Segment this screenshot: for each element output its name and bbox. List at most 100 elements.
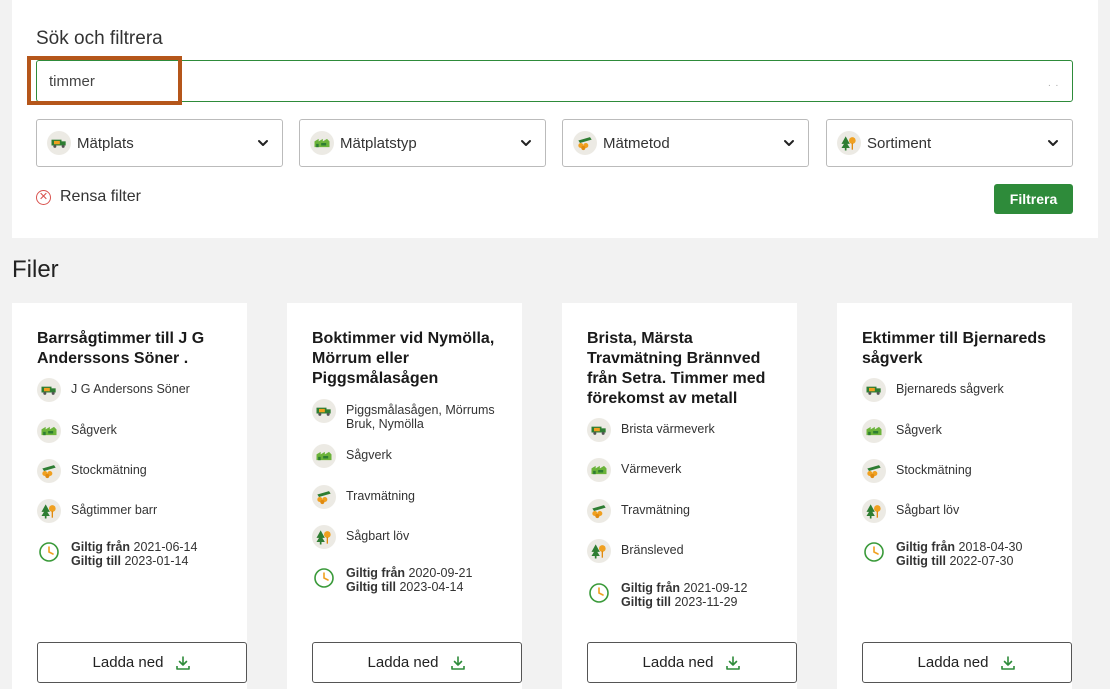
valid-to-label: Giltig till (621, 595, 671, 609)
card-assortment: Sågtimmer barr (37, 499, 237, 523)
card-method-text: Travmätning (621, 503, 691, 517)
card-validity: Giltig från 2021-06-14 Giltig till 2023-… (37, 540, 237, 568)
clear-filter-link[interactable]: ✕ Rensa filter (36, 188, 141, 206)
card-place-text: Bjernareds sågverk (896, 382, 1004, 396)
card-method-text: Travmätning (346, 489, 416, 503)
chevron-down-icon (256, 136, 270, 150)
sawmill-icon (862, 419, 886, 443)
valid-from-date: 2021-06-14 (133, 540, 198, 554)
valid-to-label: Giltig till (346, 580, 396, 594)
log-pile-icon (587, 499, 611, 523)
valid-from-label: Giltig från (346, 566, 406, 580)
log-pile-icon (37, 459, 61, 483)
clock-icon (862, 540, 886, 564)
tree-icon (837, 131, 861, 155)
valid-from-date: 2020-09-21 (408, 566, 473, 580)
card-assortment-text: Sågbart löv (346, 529, 410, 543)
download-button[interactable]: Ladda ned (862, 642, 1072, 683)
filter-dropdown-label: Sortiment (867, 134, 932, 152)
search-input-resize-hint: . . (1048, 78, 1060, 89)
valid-to-label: Giltig till (896, 554, 946, 568)
filter-dropdown-matmetod[interactable]: Mätmetod (562, 119, 809, 167)
card-place: Brista värmeverk (587, 418, 787, 442)
files-heading: Filer (12, 256, 59, 283)
sawmill-icon (37, 419, 61, 443)
card-method-text: Stockmätning (896, 463, 972, 477)
tree-icon (37, 499, 61, 523)
download-button[interactable]: Ladda ned (37, 642, 247, 683)
valid-to-date: 2023-11-29 (674, 595, 738, 609)
tree-icon (312, 525, 336, 549)
card-place: Bjernareds sågverk (862, 378, 1062, 402)
download-label: Ladda ned (92, 654, 164, 671)
valid-from-label: Giltig från (71, 540, 131, 554)
log-pile-icon (573, 131, 597, 155)
chevron-down-icon (1046, 136, 1060, 150)
filter-dropdown-matplats[interactable]: Mätplats (36, 119, 283, 167)
search-panel: Sök och filtrera . . Mätplats Mätplatsty… (12, 0, 1098, 238)
download-button[interactable]: Ladda ned (587, 642, 797, 683)
card-title: Barrsågtimmer till J G Anderssons Söner … (37, 330, 205, 367)
chevron-down-icon (782, 136, 796, 150)
valid-to-date: 2023-01-14 (124, 554, 189, 568)
valid-from-label: Giltig från (896, 540, 956, 554)
search-highlight-box (27, 56, 182, 105)
card-assortment-text: Sågbart löv (896, 503, 960, 517)
truck-icon (47, 131, 71, 155)
valid-from-date: 2018-04-30 (958, 540, 1023, 554)
valid-to-date: 2023-04-14 (399, 580, 464, 594)
download-button[interactable]: Ladda ned (312, 642, 522, 683)
valid-from-date: 2021-09-12 (683, 581, 748, 595)
card-place-type-text: Sågverk (71, 423, 117, 437)
card-place-type: Sågverk (312, 444, 512, 468)
clock-icon (37, 540, 61, 564)
search-input[interactable] (36, 60, 1073, 102)
card-place-text: Piggsmålasågen, Mörrums Bruk, Nymölla (346, 403, 495, 431)
file-card: Barrsågtimmer till J G Anderssons Söner … (12, 303, 247, 689)
truck-icon (862, 378, 886, 402)
card-validity: Giltig från 2018-04-30 Giltig till 2022-… (862, 540, 1062, 568)
log-pile-icon (862, 459, 886, 483)
filter-dropdown-label: Mätmetod (603, 134, 670, 152)
card-method-text: Stockmätning (71, 463, 147, 477)
download-label: Ladda ned (642, 654, 714, 671)
download-icon (175, 655, 191, 671)
card-place-text: J G Andersons Söner (71, 382, 190, 396)
card-place-type-text: Sågverk (896, 423, 942, 437)
filter-row: Mätplats Mätplatstyp Mätmetod Sortiment (36, 119, 1073, 167)
file-card: Brista, Märsta Travmätning Brännved från… (562, 303, 797, 689)
card-place-type-text: Värmeverk (621, 462, 682, 476)
truck-icon (587, 418, 611, 442)
card-title: Boktimmer vid Nymölla, Mörrum eller Pigg… (312, 330, 495, 387)
card-method: Stockmätning (862, 459, 1062, 483)
filter-dropdown-matplatstyp[interactable]: Mätplatstyp (299, 119, 546, 167)
clear-filter-label: Rensa filter (60, 188, 141, 205)
filter-dropdown-label: Mätplats (77, 134, 134, 152)
card-place-type: Sågverk (37, 419, 237, 443)
valid-to-label: Giltig till (71, 554, 121, 568)
sawmill-icon (310, 131, 334, 155)
card-validity: Giltig från 2021-09-12 Giltig till 2023-… (587, 581, 787, 609)
card-assortment-text: Bränsleved (621, 543, 684, 557)
card-assortment: Bränsleved (587, 539, 787, 563)
truck-icon (312, 399, 336, 423)
card-method: Travmätning (587, 499, 787, 523)
download-icon (725, 655, 741, 671)
truck-icon (37, 378, 61, 402)
file-card: Ektimmer till Bjernareds sågverk Bjernar… (837, 303, 1072, 689)
download-label: Ladda ned (917, 654, 989, 671)
clock-icon (312, 566, 336, 590)
clock-icon (587, 581, 611, 605)
card-method: Travmätning (312, 485, 512, 509)
filter-dropdown-sortiment[interactable]: Sortiment (826, 119, 1073, 167)
card-assortment: Sågbart löv (862, 499, 1062, 523)
card-place: J G Andersons Söner (37, 378, 237, 402)
card-title: Ektimmer till Bjernareds sågverk (862, 330, 1047, 367)
card-place-type: Värmeverk (587, 458, 787, 482)
file-card: Boktimmer vid Nymölla, Mörrum eller Pigg… (287, 303, 522, 689)
filter-button[interactable]: Filtrera (994, 184, 1073, 214)
sawmill-icon (587, 458, 611, 482)
chevron-down-icon (519, 136, 533, 150)
valid-to-date: 2022-07-30 (949, 554, 1014, 568)
search-title: Sök och filtrera (36, 28, 163, 49)
